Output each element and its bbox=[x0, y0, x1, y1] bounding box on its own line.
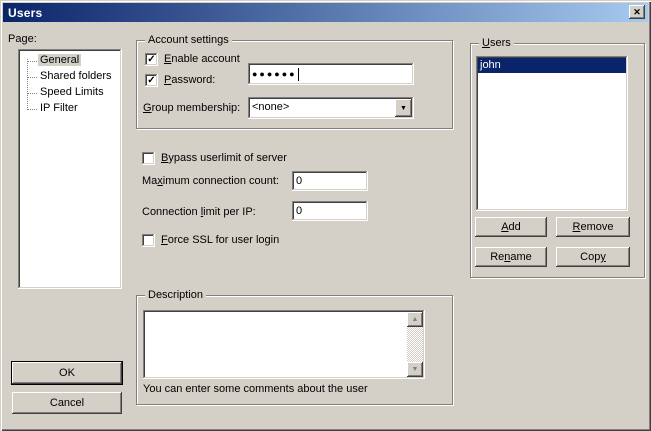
description-caption: You can enter some comments about the us… bbox=[143, 383, 368, 395]
max-connections-label: Maximum connection count: bbox=[142, 175, 279, 188]
tree-item-ip-filter[interactable]: IP Filter bbox=[18, 101, 122, 117]
list-item-user[interactable]: john bbox=[478, 58, 626, 73]
bypass-userlimit-label: Bypass userlimit of server bbox=[161, 152, 287, 165]
users-legend: Users bbox=[479, 37, 514, 50]
scrollbar-vertical[interactable]: ▲ ▼ bbox=[407, 312, 423, 377]
rename-button[interactable]: Rename bbox=[475, 247, 547, 267]
ip-limit-label: Connection limit per IP: bbox=[142, 206, 256, 219]
page-tree[interactable]: General Shared folders Speed Limits IP F… bbox=[18, 49, 122, 289]
users-dialog: Users ✕ Page: General Shared folders Spe… bbox=[0, 0, 651, 431]
tree-item-shared-folders[interactable]: Shared folders bbox=[18, 69, 122, 85]
dropdown-button[interactable]: ▼ bbox=[395, 99, 412, 117]
force-ssl-label: Force SSL for user login bbox=[161, 234, 279, 247]
force-ssl-checkbox[interactable]: Force SSL for user login bbox=[142, 234, 279, 247]
description-group: Description ▲ ▼ You can enter some comme… bbox=[136, 295, 453, 405]
enable-account-label: Enable account bbox=[164, 53, 240, 66]
window-title: Users bbox=[3, 6, 42, 20]
tree-item-speed-limits[interactable]: Speed Limits bbox=[18, 85, 122, 101]
users-group: Users john Add Remove Rename Copy bbox=[470, 43, 645, 278]
chevron-down-icon: ▼ bbox=[400, 105, 407, 112]
ip-limit-input[interactable]: 0 bbox=[292, 201, 368, 221]
group-membership-value: <none> bbox=[252, 100, 289, 115]
title-bar[interactable]: Users ✕ bbox=[3, 3, 648, 22]
users-listbox[interactable]: john bbox=[476, 56, 628, 211]
remove-button[interactable]: Remove bbox=[556, 217, 630, 237]
max-connections-input[interactable]: 0 bbox=[292, 171, 368, 191]
password-label: Password: bbox=[164, 74, 215, 87]
checkbox-unchecked-icon bbox=[142, 152, 155, 165]
page-label: Page: bbox=[8, 33, 37, 45]
scroll-up-button[interactable]: ▲ bbox=[407, 312, 423, 327]
group-membership-label: Group membership: bbox=[143, 102, 240, 115]
ok-button[interactable]: OK bbox=[12, 362, 122, 384]
cancel-button[interactable]: Cancel bbox=[12, 392, 122, 414]
account-settings-legend: Account settings bbox=[145, 34, 232, 47]
password-checkbox[interactable]: ✓ Password: bbox=[145, 74, 215, 87]
text-caret bbox=[298, 68, 299, 81]
close-icon: ✕ bbox=[633, 8, 641, 17]
description-legend: Description bbox=[145, 289, 206, 302]
close-button[interactable]: ✕ bbox=[629, 5, 645, 19]
scroll-down-icon: ▼ bbox=[412, 366, 419, 373]
password-masked-value: ●●●●●● bbox=[252, 70, 297, 79]
checkbox-checked-icon: ✓ bbox=[145, 53, 158, 66]
group-membership-dropdown[interactable]: <none> ▼ bbox=[248, 97, 414, 119]
add-button[interactable]: Add bbox=[475, 217, 547, 237]
checkbox-checked-icon: ✓ bbox=[145, 74, 158, 87]
checkbox-unchecked-icon bbox=[142, 234, 155, 247]
bypass-userlimit-checkbox[interactable]: Bypass userlimit of server bbox=[142, 152, 287, 165]
scroll-up-icon: ▲ bbox=[412, 316, 419, 323]
copy-button[interactable]: Copy bbox=[556, 247, 630, 267]
scroll-down-button[interactable]: ▼ bbox=[407, 362, 423, 377]
description-textarea[interactable]: ▲ ▼ bbox=[143, 310, 425, 379]
tree-item-general[interactable]: General bbox=[18, 53, 122, 69]
enable-account-checkbox[interactable]: ✓ Enable account bbox=[145, 53, 240, 66]
password-input[interactable]: ●●●●●● bbox=[248, 63, 414, 85]
account-settings-group: Account settings ✓ Enable account ✓ Pass… bbox=[136, 40, 453, 129]
